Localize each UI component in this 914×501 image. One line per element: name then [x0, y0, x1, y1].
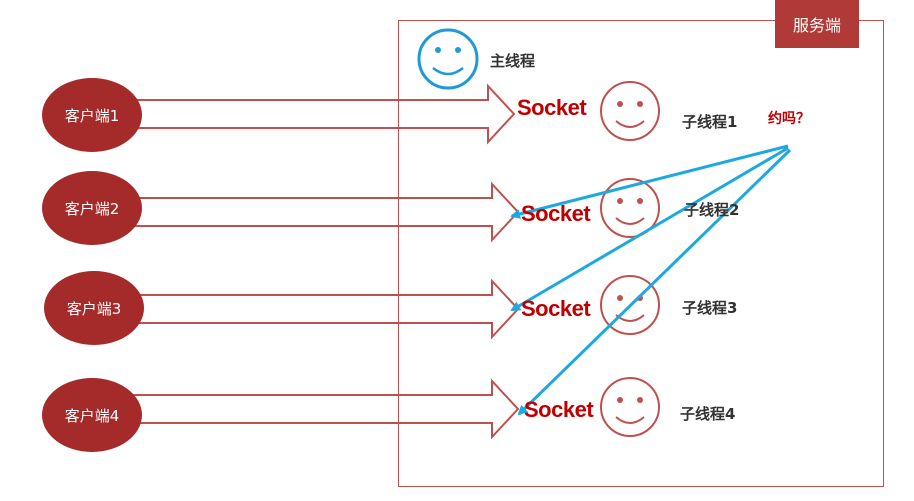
thread-label-1: 子线程1	[682, 113, 738, 131]
thread-label-2: 子线程2	[684, 201, 740, 219]
client-node-4: 客户端4	[42, 378, 142, 452]
thread-face-icon-4	[600, 377, 660, 437]
main-thread-label: 主线程	[490, 52, 536, 70]
thread-face-icon-1	[600, 81, 660, 141]
socket-label-4: Socket	[524, 397, 594, 422]
main-thread-face-icon	[417, 28, 479, 90]
message-label: 约吗？	[768, 111, 810, 127]
diagram-canvas: 服务端 主线程 客户端1 客户端2 客户端3 客户端4 Socket Socke…	[0, 0, 914, 501]
socket-label-3: Socket	[521, 296, 591, 321]
client-arrow-2	[119, 181, 520, 243]
socket-label-2: Socket	[521, 201, 591, 226]
client-node-1: 客户端1	[42, 78, 142, 152]
client-node-2: 客户端2	[42, 171, 142, 245]
client-arrow-1	[119, 83, 516, 145]
thread-label-4: 子线程4	[680, 405, 736, 423]
client-arrow-3	[119, 278, 520, 340]
client-node-3: 客户端3	[44, 271, 144, 345]
client-arrow-4	[119, 378, 520, 440]
socket-label-1: Socket	[517, 95, 587, 120]
thread-label-3: 子线程3	[682, 299, 738, 317]
